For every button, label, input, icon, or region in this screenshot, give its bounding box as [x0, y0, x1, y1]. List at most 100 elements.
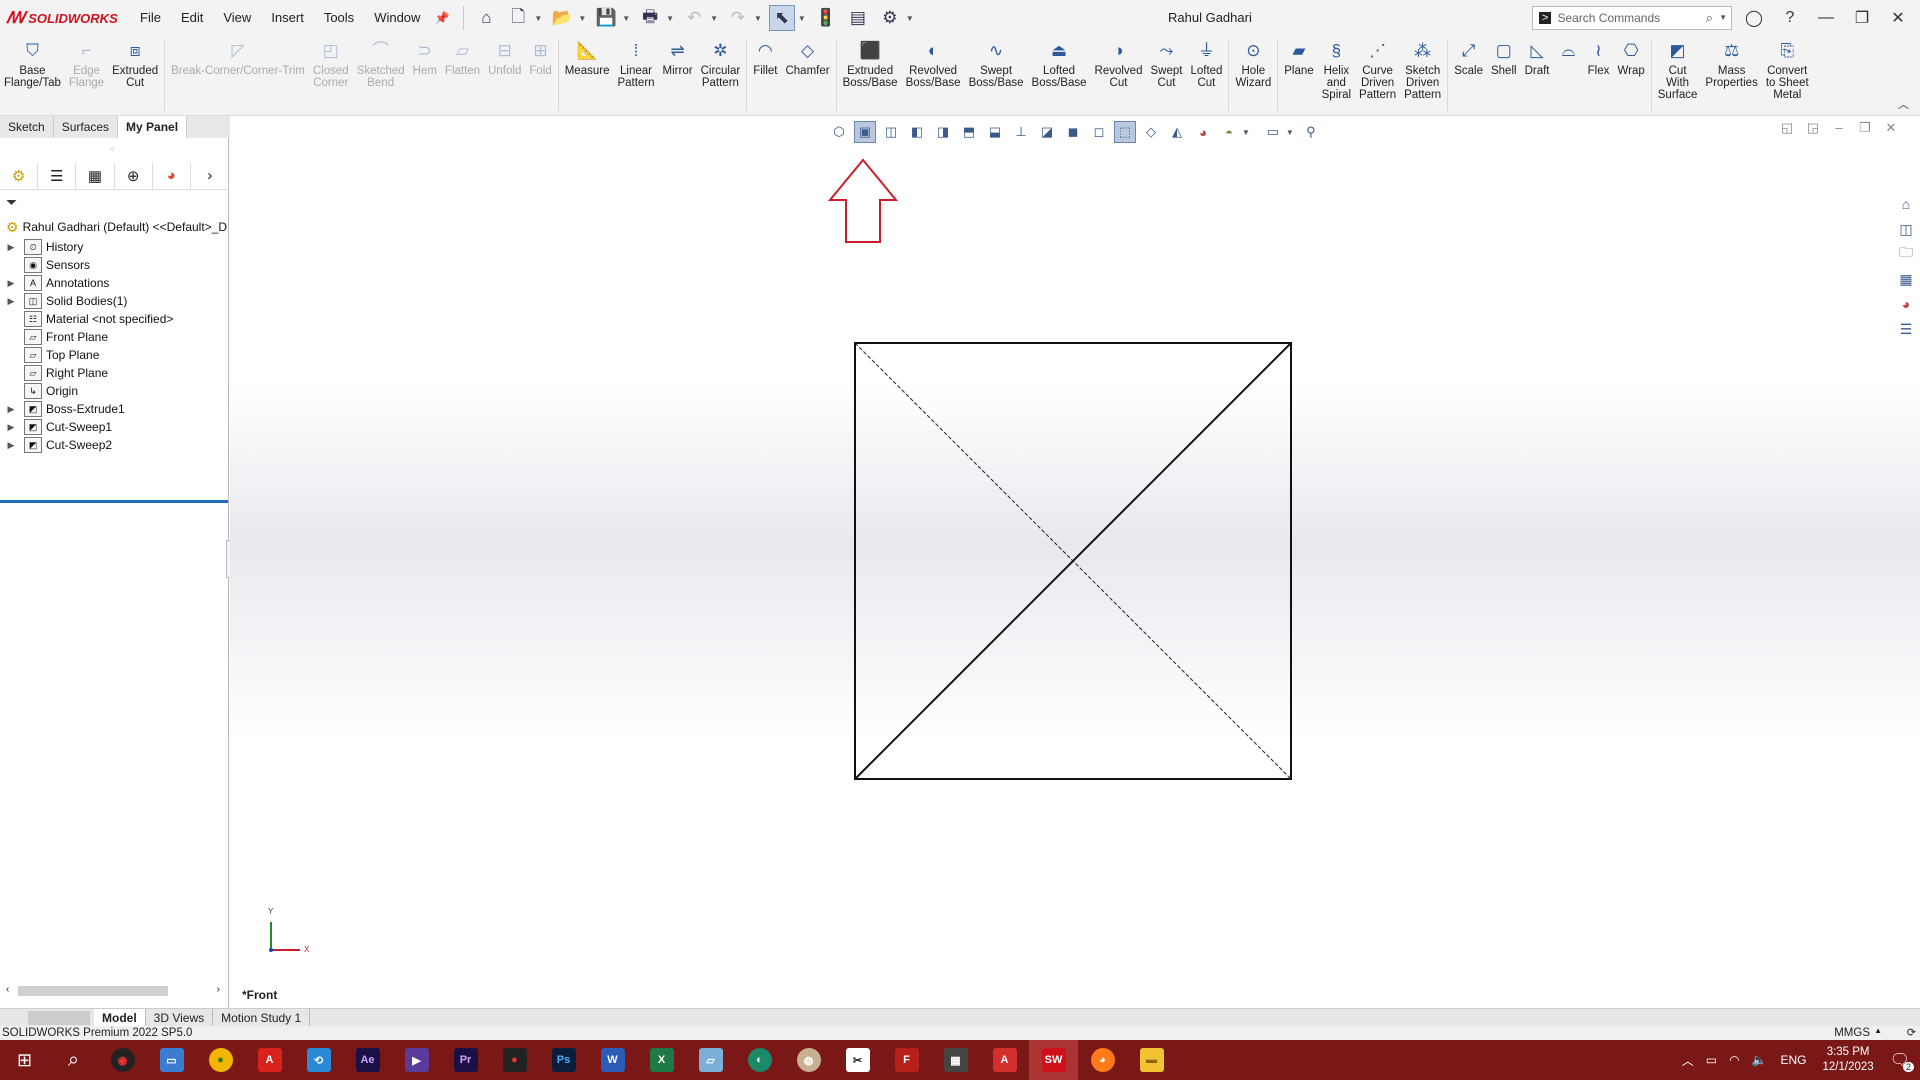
- app-premiere-icon[interactable]: Pr: [441, 1040, 490, 1080]
- convert-to-sheet-metal-button[interactable]: ⎘ Convert to Sheet Metal: [1762, 36, 1813, 115]
- app-recorder-icon[interactable]: ●: [490, 1040, 539, 1080]
- show-hidden-icons-icon[interactable]: ︿: [1682, 1052, 1694, 1069]
- solidworks-logo[interactable]: ꟿ SOLIDWORKS: [0, 8, 130, 28]
- units-selector[interactable]: MMGS: [1834, 1026, 1870, 1040]
- app-media-icon[interactable]: ▶: [392, 1040, 441, 1080]
- menu-item-window[interactable]: Window: [364, 0, 430, 36]
- dimxpert-tab-icon[interactable]: ⊕: [115, 162, 153, 189]
- traffic-light-icon[interactable]: 🚦: [813, 5, 839, 31]
- menu-item-edit[interactable]: Edit: [171, 0, 213, 36]
- app-firefox-icon[interactable]: ◕: [1078, 1040, 1127, 1080]
- base-flange-tab-button[interactable]: ⛉ Base Flange/Tab: [0, 36, 65, 115]
- chevron-down-icon[interactable]: ▼: [1719, 13, 1727, 22]
- app-davinci-icon[interactable]: ◉: [98, 1040, 147, 1080]
- rebuild-icon[interactable]: ⟳: [1907, 1026, 1916, 1039]
- fold-button[interactable]: ⊞ Fold: [525, 36, 555, 115]
- draft-button[interactable]: ◺ Draft: [1521, 36, 1554, 115]
- scale-button[interactable]: ⤢ Scale: [1450, 36, 1487, 115]
- menu-item-view[interactable]: View: [213, 0, 261, 36]
- scroll-right-icon[interactable]: ›: [217, 984, 220, 995]
- swept-cut-button[interactable]: ⤳ Swept Cut: [1146, 36, 1186, 115]
- circular-pattern-button[interactable]: ✲ Circular Pattern: [697, 36, 745, 115]
- clock[interactable]: 3:35 PM 12/1/2023: [1823, 1045, 1874, 1075]
- taskbar-search-icon[interactable]: ⌕: [49, 1040, 98, 1080]
- help-icon[interactable]: ?: [1772, 0, 1808, 36]
- feature-manager-tab-icon[interactable]: ⚙: [0, 162, 39, 189]
- edge-flange-button[interactable]: ⌐ Edge Flange: [65, 36, 108, 115]
- chevron-down-icon[interactable]: ▼: [906, 14, 914, 23]
- menu-item-insert[interactable]: Insert: [261, 0, 314, 36]
- app-paint-icon[interactable]: ◍: [784, 1040, 833, 1080]
- tree-item[interactable]: ↳ Origin: [0, 382, 78, 400]
- app-explorer-window-icon[interactable]: ▭: [147, 1040, 196, 1080]
- flex-button[interactable]: ≀ Flex: [1583, 36, 1613, 115]
- graphics-area[interactable]: ⬡ ▣ ◫ ◧ ◨ ⬒ ⬓ ⊥ ◪ ◼ ◻ ⬚ ◇ ◭ ◕ ◓ ▼ ▭ ▼ ⚲ …: [230, 116, 1920, 1008]
- hole-wizard-button[interactable]: ⊙ Hole Wizard: [1231, 36, 1275, 115]
- property-manager-tab-icon[interactable]: ☰: [38, 162, 77, 189]
- panel-grip-icon[interactable]: ○: [110, 146, 114, 153]
- windows-start-icon[interactable]: ⊞: [0, 1040, 49, 1080]
- tab-motion-study-1[interactable]: Motion Study 1: [213, 1008, 311, 1027]
- app-word-icon[interactable]: W: [588, 1040, 637, 1080]
- scroll-left-icon[interactable]: ‹: [6, 984, 9, 995]
- select-cursor-icon[interactable]: ⬉: [768, 5, 795, 31]
- tree-item[interactable]: ▱ Top Plane: [0, 346, 99, 364]
- home-icon[interactable]: ⌂: [473, 5, 499, 31]
- restore-button[interactable]: ❐: [1844, 0, 1880, 36]
- chevron-up-icon[interactable]: ▲: [1874, 1026, 1882, 1035]
- filter-icon[interactable]: ⏷: [6, 194, 17, 211]
- tree-item[interactable]: ◉ Sensors: [0, 256, 90, 274]
- expand-arrow-icon[interactable]: ▶: [4, 278, 18, 289]
- chevron-down-icon[interactable]: ▼: [666, 14, 674, 23]
- tree-item[interactable]: ▶ ◩ Cut-Sweep2: [0, 436, 112, 454]
- volume-icon[interactable]: 🔈: [1752, 1053, 1767, 1067]
- revolved-cut-button[interactable]: ◑ Revolved Cut: [1091, 36, 1147, 115]
- account-icon[interactable]: ◯: [1736, 0, 1772, 36]
- tab-surfaces[interactable]: Surfaces: [54, 116, 119, 138]
- app-globe-icon[interactable]: ◐: [735, 1040, 784, 1080]
- new-document-icon[interactable]: 🗋: [505, 5, 531, 31]
- app-after-effects-icon[interactable]: Ae: [343, 1040, 392, 1080]
- search-icon[interactable]: ⌕: [1706, 10, 1713, 26]
- extruded-cut-button[interactable]: ⧈ Extruded Cut: [108, 36, 162, 115]
- cut-with-surface-button[interactable]: ◩ Cut With Surface: [1654, 36, 1702, 115]
- curve-driven-pattern-button[interactable]: ⋰ Curve Driven Pattern: [1355, 36, 1400, 115]
- app-autocad-icon[interactable]: A: [980, 1040, 1029, 1080]
- extruded-boss-base-button[interactable]: ⬛ Extruded Boss/Base: [839, 36, 902, 115]
- ribbon-tool-button[interactable]: ⌓: [1553, 36, 1583, 115]
- chevron-down-icon[interactable]: ▼: [534, 14, 542, 23]
- display-manager-tab-icon[interactable]: ◕: [153, 162, 191, 189]
- language-indicator[interactable]: ENG: [1781, 1053, 1807, 1067]
- file-properties-icon[interactable]: ▤: [845, 5, 871, 31]
- expand-arrow-icon[interactable]: ▶: [4, 440, 18, 451]
- app-chrome-icon[interactable]: ●: [196, 1040, 245, 1080]
- measure-button[interactable]: 📐 Measure: [561, 36, 614, 115]
- swept-boss-base-button[interactable]: ∿ Swept Boss/Base: [965, 36, 1028, 115]
- wifi-icon[interactable]: ◠: [1729, 1053, 1739, 1067]
- print-icon[interactable]: 🖶: [637, 5, 663, 31]
- app-acrobat-icon[interactable]: A: [245, 1040, 294, 1080]
- chevron-down-icon[interactable]: ▼: [798, 14, 806, 23]
- app-calculator-icon[interactable]: ▦: [931, 1040, 980, 1080]
- close-button[interactable]: ✕: [1880, 0, 1916, 36]
- configuration-manager-tab-icon[interactable]: ▦: [76, 162, 115, 189]
- linear-pattern-button[interactable]: ⁞ Linear Pattern: [613, 36, 658, 115]
- break-corner-corner-trim-button[interactable]: ◸ Break-Corner/Corner-Trim: [167, 36, 309, 115]
- search-commands-input[interactable]: > Search Commands ⌕ ▼: [1532, 6, 1732, 30]
- tree-item[interactable]: ▶ ◩ Boss-Extrude1: [0, 400, 125, 418]
- helix-and-spiral-button[interactable]: § Helix and Spiral: [1318, 36, 1355, 115]
- options-gear-icon[interactable]: ⚙: [877, 5, 903, 31]
- minimize-button[interactable]: —: [1808, 0, 1844, 36]
- flatten-button[interactable]: ▱ Flatten: [441, 36, 484, 115]
- app-tool-icon[interactable]: ✂: [833, 1040, 882, 1080]
- chamfer-button[interactable]: ◇ Chamfer: [781, 36, 833, 115]
- app-filezilla-icon[interactable]: F: [882, 1040, 931, 1080]
- scroll-thumb[interactable]: [18, 986, 168, 996]
- tree-root[interactable]: ⚙ Rahul Gadhari (Default) <<Default>_D: [0, 216, 227, 238]
- mass-properties-button[interactable]: ⚖ Mass Properties: [1701, 36, 1761, 115]
- horizontal-scrollbar[interactable]: ‹ ›: [6, 984, 220, 998]
- wrap-button[interactable]: ⎔ Wrap: [1613, 36, 1648, 115]
- app-notes-icon[interactable]: ▱: [686, 1040, 735, 1080]
- chevron-down-icon[interactable]: ▼: [578, 14, 586, 23]
- tree-item[interactable]: ▶ ◩ Cut-Sweep1: [0, 418, 112, 436]
